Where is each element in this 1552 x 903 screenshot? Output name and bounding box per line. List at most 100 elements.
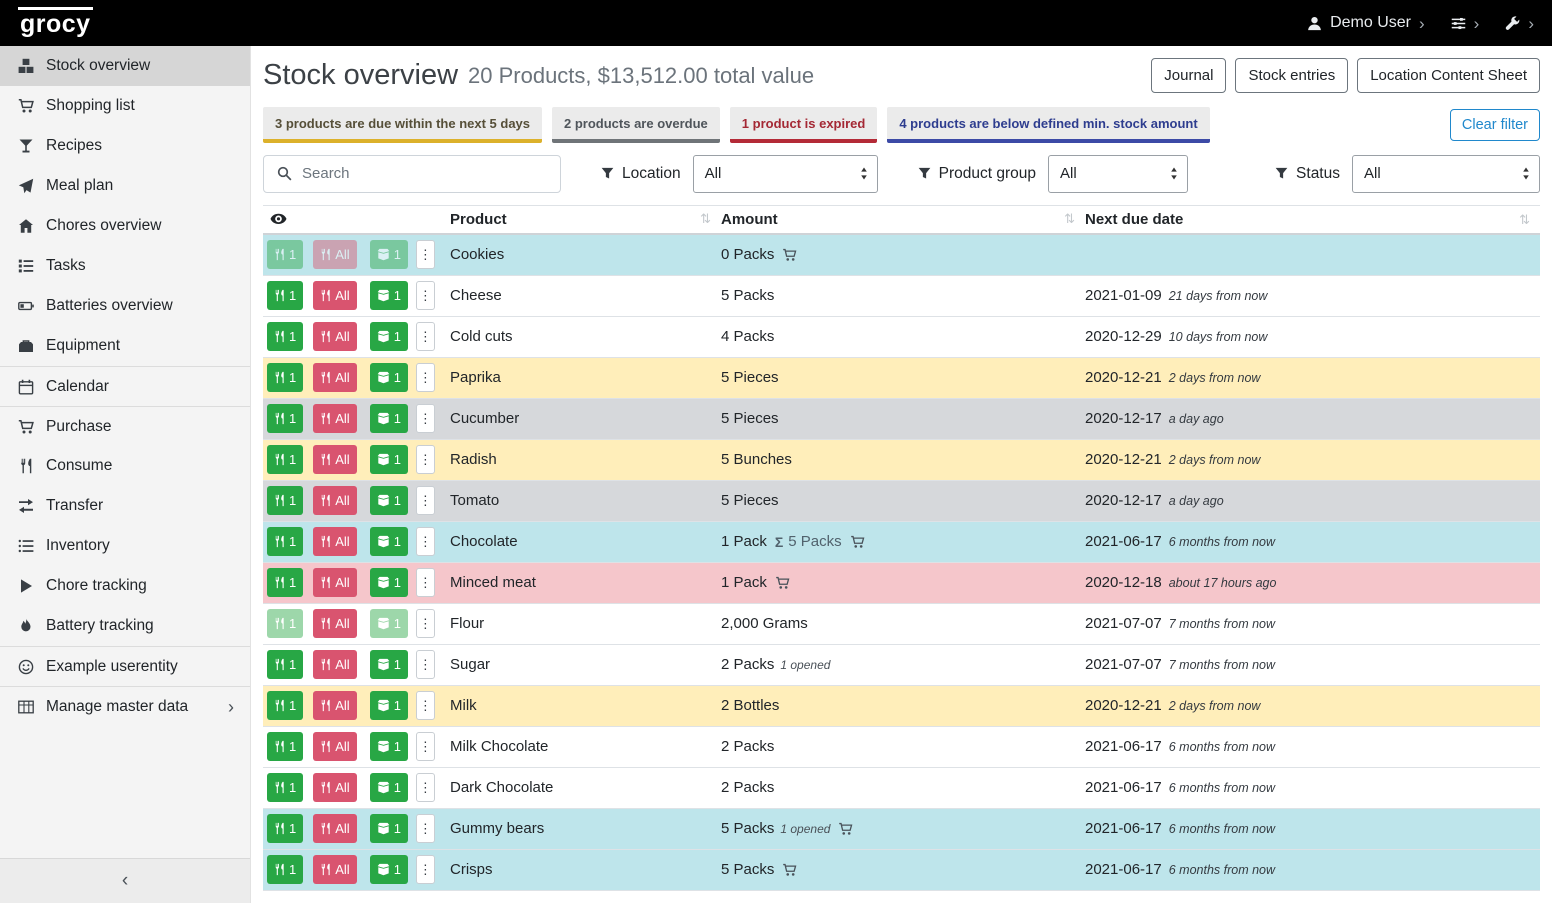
consume-one-button[interactable]: 1 <box>267 732 303 761</box>
row-menu-button[interactable]: ⋮ <box>416 814 435 843</box>
consume-one-button[interactable]: 1 <box>267 609 303 638</box>
sidebar-item-equipment[interactable]: Equipment <box>0 326 250 366</box>
status-banner[interactable]: 2 products are overdue <box>552 107 720 143</box>
row-menu-button[interactable]: ⋮ <box>416 363 435 392</box>
consume-one-button[interactable]: 1 <box>267 691 303 720</box>
consume-one-button[interactable]: 1 <box>267 486 303 515</box>
consume-one-button[interactable]: 1 <box>267 855 303 884</box>
consume-all-button[interactable]: All <box>313 691 356 720</box>
row-menu-button[interactable]: ⋮ <box>416 691 435 720</box>
admin-menu[interactable]: › <box>1505 15 1534 32</box>
clear-filter-button[interactable]: Clear filter <box>1450 109 1540 141</box>
user-menu[interactable]: Demo User › <box>1307 14 1425 32</box>
sidebar-item-consume[interactable]: Consume <box>0 446 250 486</box>
row-menu-button[interactable]: ⋮ <box>416 855 435 884</box>
sidebar-item-stock-overview[interactable]: Stock overview <box>0 46 250 86</box>
consume-one-button[interactable]: 1 <box>267 445 303 474</box>
consume-one-button[interactable]: 1 <box>267 814 303 843</box>
sidebar-item-battery-tracking[interactable]: Battery tracking <box>0 606 250 646</box>
row-menu-button[interactable]: ⋮ <box>416 404 435 433</box>
status-banner[interactable]: 4 products are below defined min. stock … <box>887 107 1209 143</box>
location-content-sheet-button[interactable]: Location Content Sheet <box>1357 58 1540 93</box>
search-input[interactable] <box>302 165 550 182</box>
row-menu-button[interactable]: ⋮ <box>416 240 435 269</box>
sidebar-item-recipes[interactable]: Recipes <box>0 126 250 166</box>
sidebar-item-transfer[interactable]: Transfer <box>0 486 250 526</box>
sidebar-item-purchase[interactable]: Purchase <box>0 406 250 446</box>
column-header-due-date[interactable]: Next due date ⇅ <box>1085 211 1540 228</box>
sidebar-item-tasks[interactable]: Tasks <box>0 246 250 286</box>
sidebar-item-shopping-list[interactable]: Shopping list <box>0 86 250 126</box>
consume-all-button[interactable]: All <box>313 445 356 474</box>
sidebar-item-meal-plan[interactable]: Meal plan <box>0 166 250 206</box>
open-one-button[interactable]: 1 <box>370 322 408 351</box>
row-menu-button[interactable]: ⋮ <box>416 609 435 638</box>
open-one-button[interactable]: 1 <box>370 609 408 638</box>
app-logo[interactable]: grocy <box>18 7 93 40</box>
open-one-button[interactable]: 1 <box>370 650 408 679</box>
consume-one-button[interactable]: 1 <box>267 527 303 556</box>
open-one-button[interactable]: 1 <box>370 855 408 884</box>
row-menu-button[interactable]: ⋮ <box>416 568 435 597</box>
open-one-button[interactable]: 1 <box>370 281 408 310</box>
open-one-button[interactable]: 1 <box>370 691 408 720</box>
sidebar-item-chores-overview[interactable]: Chores overview <box>0 206 250 246</box>
open-one-button[interactable]: 1 <box>370 773 408 802</box>
consume-one-button[interactable]: 1 <box>267 650 303 679</box>
row-menu-button[interactable]: ⋮ <box>416 650 435 679</box>
open-one-button[interactable]: 1 <box>370 445 408 474</box>
row-menu-button[interactable]: ⋮ <box>416 732 435 761</box>
consume-all-button[interactable]: All <box>313 814 356 843</box>
consume-all-button[interactable]: All <box>313 773 356 802</box>
column-header-amount[interactable]: Amount ⇅ <box>721 211 1085 228</box>
consume-all-button[interactable]: All <box>313 855 356 884</box>
open-one-button[interactable]: 1 <box>370 527 408 556</box>
consume-all-button[interactable]: All <box>313 363 356 392</box>
sidebar-collapse-button[interactable]: ‹ <box>0 858 250 903</box>
open-one-button[interactable]: 1 <box>370 363 408 392</box>
sidebar-item-example-userentity[interactable]: Example userentity <box>0 646 250 686</box>
sidebar-item-inventory[interactable]: Inventory <box>0 526 250 566</box>
row-menu-button[interactable]: ⋮ <box>416 281 435 310</box>
consume-all-button[interactable]: All <box>313 486 356 515</box>
sidebar-item-batteries-overview[interactable]: Batteries overview <box>0 286 250 326</box>
consume-all-button[interactable]: All <box>313 732 356 761</box>
consume-all-button[interactable]: All <box>313 568 356 597</box>
consume-all-button[interactable]: All <box>313 609 356 638</box>
settings-menu[interactable]: › <box>1451 15 1480 32</box>
status-banner[interactable]: 3 products are due within the next 5 day… <box>263 107 542 143</box>
consume-one-button[interactable]: 1 <box>267 240 303 269</box>
status-select[interactable]: All <box>1352 155 1540 193</box>
consume-one-button[interactable]: 1 <box>267 281 303 310</box>
consume-one-button[interactable]: 1 <box>267 322 303 351</box>
consume-all-button[interactable]: All <box>313 404 356 433</box>
consume-one-button[interactable]: 1 <box>267 773 303 802</box>
journal-button[interactable]: Journal <box>1151 58 1226 93</box>
row-menu-button[interactable]: ⋮ <box>416 773 435 802</box>
row-menu-button[interactable]: ⋮ <box>416 445 435 474</box>
open-one-button[interactable]: 1 <box>370 814 408 843</box>
sidebar-item-chore-tracking[interactable]: Chore tracking <box>0 566 250 606</box>
column-header-product[interactable]: Product ⇅ <box>448 211 721 228</box>
sidebar-item-calendar[interactable]: Calendar <box>0 366 250 406</box>
row-menu-button[interactable]: ⋮ <box>416 486 435 515</box>
consume-all-button[interactable]: All <box>313 240 356 269</box>
consume-all-button[interactable]: All <box>313 281 356 310</box>
consume-one-button[interactable]: 1 <box>267 404 303 433</box>
open-one-button[interactable]: 1 <box>370 404 408 433</box>
row-menu-button[interactable]: ⋮ <box>416 527 435 556</box>
sidebar-item-manage-master-data[interactable]: Manage master data › <box>0 686 250 726</box>
status-banner[interactable]: 1 product is expired <box>730 107 878 143</box>
open-one-button[interactable]: 1 <box>370 240 408 269</box>
stock-entries-button[interactable]: Stock entries <box>1235 58 1348 93</box>
consume-all-button[interactable]: All <box>313 650 356 679</box>
consume-one-button[interactable]: 1 <box>267 363 303 392</box>
open-one-button[interactable]: 1 <box>370 486 408 515</box>
row-menu-button[interactable]: ⋮ <box>416 322 435 351</box>
product-group-select[interactable]: All <box>1048 155 1188 193</box>
open-one-button[interactable]: 1 <box>370 732 408 761</box>
location-select[interactable]: All <box>693 155 878 193</box>
open-one-button[interactable]: 1 <box>370 568 408 597</box>
consume-one-button[interactable]: 1 <box>267 568 303 597</box>
consume-all-button[interactable]: All <box>313 527 356 556</box>
